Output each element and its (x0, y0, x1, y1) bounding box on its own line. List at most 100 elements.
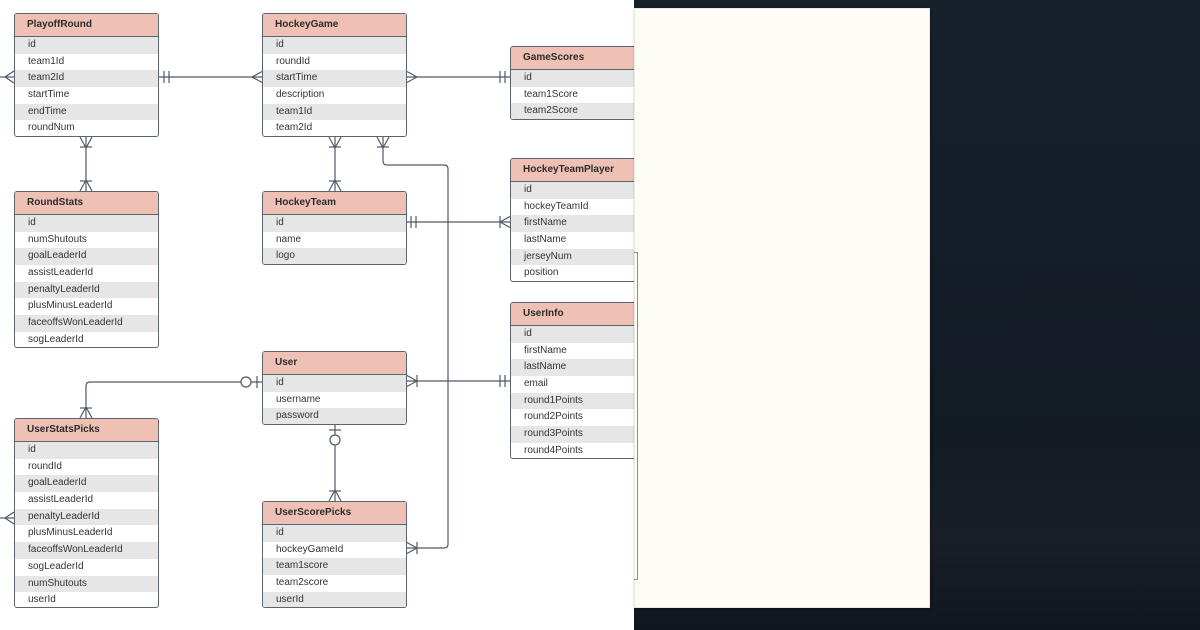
field-row: id (511, 70, 634, 87)
link-user-userinfo (405, 374, 511, 388)
field-row: id (511, 182, 634, 199)
entity-title: HockeyGame (263, 14, 406, 37)
field-row: id (15, 37, 158, 54)
field-row: id (15, 442, 158, 459)
field-list: id roundId startTime description team1Id team… (263, 37, 406, 136)
field-row: team1Score (524, 88, 578, 100)
field-row: id (263, 37, 406, 54)
field-row: team2Id (15, 70, 158, 88)
field-row: assistLeaderId (28, 494, 94, 506)
field-row: team1score (263, 558, 406, 576)
field-list: id username password (263, 375, 406, 424)
field-row: round1Points (511, 392, 634, 410)
entity-title: PlayoffRound (15, 14, 158, 37)
link-hockeyteam-hockeyteamplayer (406, 215, 512, 229)
field-row: goalLeaderId (15, 475, 158, 493)
field-row: team2score (276, 577, 329, 589)
field-list: id team1Score team2Score (511, 70, 634, 119)
entity-userstatspicks[interactable]: UserStatsPicks id roundId goalLeaderId assi… (14, 418, 159, 608)
entity-title: UserInfo (511, 303, 634, 326)
field-row: password (263, 408, 406, 424)
field-list: id numShutouts goalLeaderId assistLeaderId p… (15, 215, 158, 347)
field-row: numShutouts (15, 575, 158, 593)
field-row: faceoffsWonLeaderId (15, 315, 158, 332)
field-list: id hockeyTeamId firstName lastName jerseyNum… (511, 182, 634, 281)
field-row: team2Score (511, 103, 634, 119)
field-row: jerseyNum (511, 248, 634, 266)
field-row: team2Id (276, 122, 313, 134)
field-row: goalLeaderId (15, 248, 158, 266)
entity-title: HockeyTeam (263, 192, 406, 215)
field-row: name (276, 233, 302, 245)
entity-gamescores[interactable]: GameScores id team1Score team2Score (510, 46, 634, 120)
field-row: round4Points (524, 444, 583, 456)
field-row: faceoffsWonLeaderId (15, 542, 158, 559)
field-row: penaltyLeaderId (15, 508, 158, 526)
field-row: hockeyGameId (276, 543, 344, 555)
field-row: logo (263, 248, 406, 264)
field-row: startTime (263, 70, 406, 88)
link-user-userscorepicks (328, 424, 342, 502)
field-list: id team1Id team2Id startTime endTime roundNum (15, 37, 158, 136)
field-row: startTime (28, 89, 70, 101)
field-row: description (276, 89, 325, 101)
field-row: email (524, 378, 548, 390)
erd-canvas: PlayoffRound id team1Id team2Id startTime en… (0, 0, 634, 630)
field-row: id (263, 215, 406, 232)
entity-title: UserScorePicks (263, 502, 406, 525)
field-row: id (263, 525, 406, 542)
field-row: assistLeaderId (28, 267, 94, 279)
field-list: id hockeyGameId team1score team2score userId (263, 525, 406, 607)
entity-title: RoundStats (15, 192, 158, 215)
entity-user[interactable]: User id username password (262, 351, 407, 425)
entity-title: UserStatsPicks (15, 419, 158, 442)
field-list: id roundId goalLeaderId assistLeaderId penal… (15, 442, 158, 607)
field-row: roundId (28, 460, 62, 472)
field-row: round2Points (524, 411, 583, 423)
link-hockeygame-gamescores (405, 70, 511, 84)
field-row: hockeyTeamId (524, 200, 589, 212)
field-row: sogLeaderId (28, 560, 84, 572)
field-row: firstName (524, 344, 567, 356)
entity-playoffround[interactable]: PlayoffRound id team1Id team2Id startTime en… (14, 13, 159, 137)
field-row: endTime (15, 103, 158, 121)
field-row: plusMinusLeaderId (28, 300, 113, 312)
field-row: roundId (276, 55, 310, 67)
blank-paper-panel (634, 8, 930, 608)
link-playoffround-offscreen (0, 70, 15, 84)
field-row: id (15, 215, 158, 232)
entity-hockeyteam[interactable]: HockeyTeam id name logo (262, 191, 407, 265)
field-row: lastName (524, 234, 567, 246)
field-row: position (524, 267, 559, 279)
field-row: numShutouts (28, 233, 87, 245)
field-row: roundNum (28, 122, 75, 134)
field-row: plusMinusLeaderId (28, 527, 113, 539)
field-row: lastName (511, 359, 634, 377)
field-row: firstName (511, 215, 634, 233)
field-row: userId (263, 591, 406, 607)
field-row: id (511, 326, 634, 343)
entity-title: GameScores (511, 47, 634, 70)
entity-hockeyteamplayer[interactable]: HockeyTeamPlayer id hockeyTeamId firstName… (510, 158, 634, 282)
entity-roundstats[interactable]: RoundStats id numShutouts goalLeaderId assi… (14, 191, 159, 348)
entity-title: User (263, 352, 406, 375)
entity-hockeygame[interactable]: HockeyGame id roundId startTime description… (262, 13, 407, 137)
entity-title: HockeyTeamPlayer (511, 159, 634, 182)
field-list: id firstName lastName email round1Points roun… (511, 326, 634, 458)
link-playoffround-hockeygame (158, 70, 264, 84)
entity-userinfo[interactable]: UserInfo id firstName lastName email round1P… (510, 302, 634, 459)
paper-edge-bracket (634, 252, 638, 580)
field-row: round3Points (511, 426, 634, 443)
field-row: team1Id (28, 55, 65, 67)
field-list: id name logo (263, 215, 406, 264)
link-hockeygame-hockeyteam (328, 136, 342, 192)
link-userstatspicks-offscreen (0, 511, 15, 525)
field-row: sogLeaderId (28, 333, 84, 345)
field-row: id (263, 375, 406, 392)
field-row: username (276, 393, 321, 405)
entity-userscorepicks[interactable]: UserScorePicks id hockeyGameId team1score t… (262, 501, 407, 608)
field-row: userId (28, 594, 56, 606)
link-user-userstatspicks (79, 376, 263, 419)
field-row: penaltyLeaderId (15, 281, 158, 299)
link-playoffround-roundstats (79, 136, 93, 192)
